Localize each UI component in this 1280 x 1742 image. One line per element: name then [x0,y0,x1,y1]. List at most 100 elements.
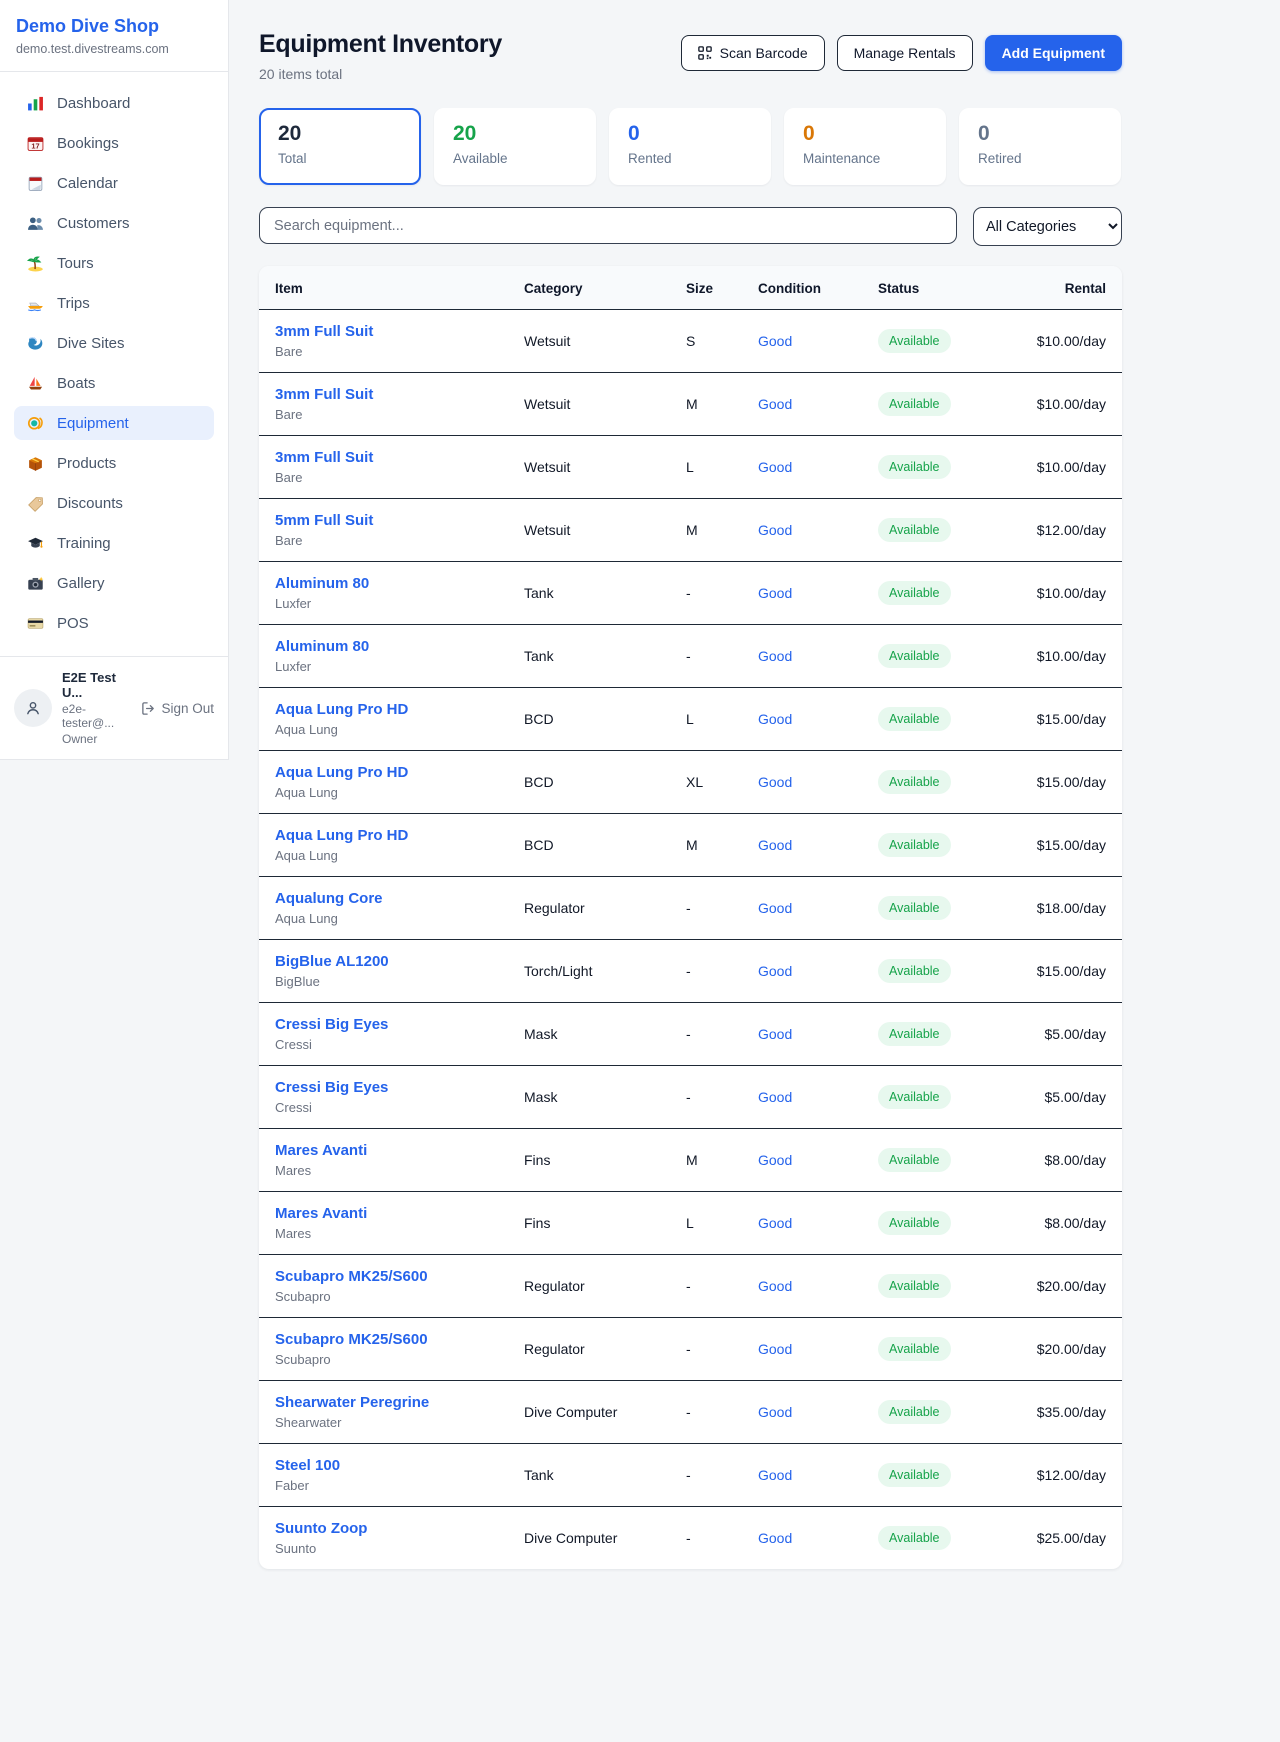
item-rental: $25.00/day [1020,1507,1122,1570]
sidebar-item-equipment[interactable]: Equipment [14,406,214,440]
condition-link[interactable]: Good [758,1467,792,1483]
page-header: Equipment Inventory 20 items total Scan … [259,30,1122,82]
condition-link[interactable]: Good [758,963,792,979]
category-select[interactable]: All Categories [973,207,1122,246]
item-rental: $10.00/day [1020,310,1122,373]
stat-card-available[interactable]: 20 Available [434,108,596,185]
condition-link[interactable]: Good [758,1278,792,1294]
item-rental: $20.00/day [1020,1255,1122,1318]
sidebar-item-boats[interactable]: Boats [14,366,214,400]
sidebar-item-tours[interactable]: Tours [14,246,214,280]
item-size: - [670,877,742,940]
table-row: Aluminum 80LuxferTank-GoodAvailable$10.0… [259,562,1122,625]
item-size: L [670,436,742,499]
stat-card-maintenance[interactable]: 0 Maintenance [784,108,946,185]
status-badge: Available [878,1526,951,1550]
item-rental: $15.00/day [1020,940,1122,1003]
condition-link[interactable]: Good [758,1530,792,1546]
sidebar-item-label: Equipment [57,415,129,432]
condition-link[interactable]: Good [758,900,792,916]
item-name-link[interactable]: Cressi Big Eyes [275,1079,492,1096]
condition-link[interactable]: Good [758,1341,792,1357]
sidebar-item-discounts[interactable]: Discounts [14,486,214,520]
condition-link[interactable]: Good [758,333,792,349]
speedboat-icon [27,295,44,312]
condition-link[interactable]: Good [758,774,792,790]
condition-link[interactable]: Good [758,522,792,538]
sign-out-button[interactable]: Sign Out [141,701,214,716]
scan-barcode-button[interactable]: Scan Barcode [681,35,825,71]
table-row: Mares AvantiMaresFinsMGoodAvailable$8.00… [259,1129,1122,1192]
item-brand: BigBlue [275,974,492,989]
item-brand: Cressi [275,1100,492,1115]
condition-link[interactable]: Good [758,1089,792,1105]
sidebar-item-products[interactable]: Products [14,446,214,480]
add-equipment-button[interactable]: Add Equipment [985,35,1122,71]
manage-rentals-button[interactable]: Manage Rentals [837,35,973,71]
condition-link[interactable]: Good [758,1215,792,1231]
item-name-link[interactable]: Aqua Lung Pro HD [275,701,492,718]
condition-link[interactable]: Good [758,837,792,853]
condition-link[interactable]: Good [758,711,792,727]
table-row: Aqua Lung Pro HDAqua LungBCDXLGoodAvaila… [259,751,1122,814]
sidebar-item-pos[interactable]: POS [14,606,214,640]
table-row: Aqua Lung Pro HDAqua LungBCDLGoodAvailab… [259,688,1122,751]
sidebar-nav: Dashboard 17 Bookings Calendar Customers… [0,72,228,656]
item-name-link[interactable]: Shearwater Peregrine [275,1394,492,1411]
item-name-link[interactable]: 3mm Full Suit [275,323,492,340]
stat-card-total[interactable]: 20 Total [259,108,421,185]
item-name-link[interactable]: Scubapro MK25/S600 [275,1331,492,1348]
item-name-link[interactable]: 3mm Full Suit [275,449,492,466]
condition-link[interactable]: Good [758,648,792,664]
item-name-link[interactable]: Aqualung Core [275,890,492,907]
sidebar-item-gallery[interactable]: Gallery [14,566,214,600]
item-name-link[interactable]: Aqua Lung Pro HD [275,764,492,781]
item-size: L [670,688,742,751]
item-name-link[interactable]: BigBlue AL1200 [275,953,492,970]
item-name-link[interactable]: Aluminum 80 [275,575,492,592]
sidebar-item-label: Tours [57,255,94,272]
sidebar-item-training[interactable]: Training [14,526,214,560]
sidebar-item-bookings[interactable]: 17 Bookings [14,126,214,160]
calendar-icon [27,175,44,192]
item-rental: $15.00/day [1020,814,1122,877]
sidebar-item-label: Discounts [57,495,123,512]
item-name-link[interactable]: 5mm Full Suit [275,512,492,529]
item-name-link[interactable]: Suunto Zoop [275,1520,492,1537]
equipment-table-card: Item Category Size Condition Status Rent… [259,266,1122,1569]
item-name-link[interactable]: 3mm Full Suit [275,386,492,403]
stat-card-rented[interactable]: 0 Rented [609,108,771,185]
item-brand: Aqua Lung [275,722,492,737]
item-size: - [670,1003,742,1066]
item-name-link[interactable]: Aqua Lung Pro HD [275,827,492,844]
user-meta: E2E Test U... e2e-tester@... Owner [62,670,131,746]
sidebar-item-customers[interactable]: Customers [14,206,214,240]
sidebar-item-label: Gallery [57,575,105,592]
condition-link[interactable]: Good [758,396,792,412]
item-category: Regulator [508,877,670,940]
condition-link[interactable]: Good [758,1152,792,1168]
search-input[interactable] [259,207,957,244]
condition-link[interactable]: Good [758,1026,792,1042]
sidebar-item-dashboard[interactable]: Dashboard [14,86,214,120]
item-size: M [670,814,742,877]
sidebar-item-trips[interactable]: Trips [14,286,214,320]
table-header-row: Item Category Size Condition Status Rent… [259,266,1122,310]
item-name-link[interactable]: Mares Avanti [275,1205,492,1222]
item-name-link[interactable]: Steel 100 [275,1457,492,1474]
condition-link[interactable]: Good [758,459,792,475]
stat-card-retired[interactable]: 0 Retired [959,108,1121,185]
item-category: BCD [508,814,670,877]
sidebar-item-dive-sites[interactable]: Dive Sites [14,326,214,360]
item-name-link[interactable]: Scubapro MK25/S600 [275,1268,492,1285]
item-name-link[interactable]: Cressi Big Eyes [275,1016,492,1033]
item-size: - [670,562,742,625]
item-size: - [670,1444,742,1507]
item-name-link[interactable]: Aluminum 80 [275,638,492,655]
item-size: - [670,1255,742,1318]
condition-link[interactable]: Good [758,585,792,601]
item-brand: Suunto [275,1541,492,1556]
item-name-link[interactable]: Mares Avanti [275,1142,492,1159]
sidebar-item-calendar[interactable]: Calendar [14,166,214,200]
condition-link[interactable]: Good [758,1404,792,1420]
